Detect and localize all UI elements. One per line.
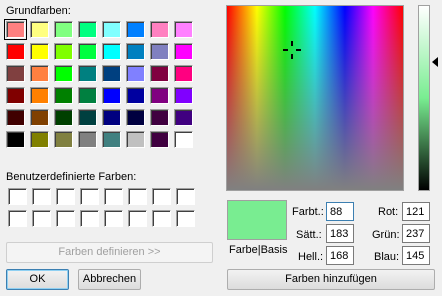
basic-color-swatch[interactable] bbox=[78, 65, 97, 82]
basic-color-swatch[interactable] bbox=[102, 131, 121, 148]
blue-label: Blau: bbox=[374, 251, 400, 263]
add-to-custom-colors-button[interactable]: Farben hinzufügen bbox=[227, 269, 435, 290]
luminosity-field[interactable]: 168 bbox=[326, 246, 354, 265]
blue-field[interactable]: 145 bbox=[402, 246, 430, 265]
ok-button[interactable]: OK bbox=[6, 269, 69, 290]
basic-color-swatch[interactable] bbox=[54, 87, 73, 104]
custom-color-swatch[interactable] bbox=[32, 188, 51, 205]
custom-colors-grid bbox=[8, 188, 195, 227]
basic-color-swatch[interactable] bbox=[78, 109, 97, 126]
custom-color-swatch[interactable] bbox=[152, 188, 171, 205]
crosshair-icon bbox=[283, 41, 301, 59]
basic-color-swatch[interactable] bbox=[174, 109, 193, 126]
custom-color-swatch[interactable] bbox=[56, 188, 75, 205]
basic-color-swatch[interactable] bbox=[126, 87, 145, 104]
basic-color-swatch[interactable] bbox=[174, 87, 193, 104]
basic-color-swatch[interactable] bbox=[102, 109, 121, 126]
hue-label: Farbt.: bbox=[292, 206, 324, 218]
red-label: Rot: bbox=[378, 206, 399, 218]
basic-color-swatch[interactable] bbox=[126, 43, 145, 60]
custom-color-swatch[interactable] bbox=[176, 188, 195, 205]
basic-color-swatch[interactable] bbox=[126, 131, 145, 148]
basic-color-swatch[interactable] bbox=[102, 43, 121, 60]
basic-color-swatch[interactable] bbox=[174, 43, 193, 60]
basic-color-swatch[interactable] bbox=[30, 87, 49, 104]
color-preview bbox=[227, 200, 287, 240]
basic-color-swatch[interactable] bbox=[6, 87, 25, 104]
green-field[interactable]: 237 bbox=[402, 224, 430, 243]
custom-color-swatch[interactable] bbox=[104, 210, 123, 227]
basic-color-swatch[interactable] bbox=[54, 43, 73, 60]
basic-color-swatch[interactable] bbox=[30, 21, 49, 38]
basic-color-swatch[interactable] bbox=[78, 131, 97, 148]
basic-colors-grid bbox=[4, 19, 193, 148]
saturation-field[interactable]: 183 bbox=[326, 224, 354, 243]
custom-colors-label: Benutzerdefinierte Farben: bbox=[6, 171, 137, 183]
basic-color-swatch[interactable] bbox=[6, 43, 25, 60]
basic-color-swatch[interactable] bbox=[150, 131, 169, 148]
custom-color-swatch[interactable] bbox=[8, 210, 27, 227]
basic-color-swatch[interactable] bbox=[54, 131, 73, 148]
custom-color-swatch[interactable] bbox=[80, 210, 99, 227]
custom-color-swatch[interactable] bbox=[176, 210, 195, 227]
basic-color-swatch[interactable] bbox=[150, 109, 169, 126]
basic-color-swatch[interactable] bbox=[150, 87, 169, 104]
custom-color-swatch[interactable] bbox=[80, 188, 99, 205]
basic-color-swatch[interactable] bbox=[54, 21, 73, 38]
basic-color-swatch[interactable] bbox=[174, 21, 193, 38]
basic-color-swatch[interactable] bbox=[30, 43, 49, 60]
basic-color-swatch[interactable] bbox=[102, 21, 121, 38]
basic-colors-label: Grundfarben: bbox=[6, 5, 71, 17]
custom-color-swatch[interactable] bbox=[8, 188, 27, 205]
custom-color-swatch[interactable] bbox=[152, 210, 171, 227]
basic-color-swatch[interactable] bbox=[30, 131, 49, 148]
basic-color-swatch[interactable] bbox=[54, 65, 73, 82]
basic-color-swatch[interactable] bbox=[174, 65, 193, 82]
basic-color-swatch[interactable] bbox=[150, 43, 169, 60]
basic-color-swatch[interactable] bbox=[30, 65, 49, 82]
luminosity-slider[interactable] bbox=[418, 5, 430, 191]
basic-color-swatch[interactable] bbox=[102, 87, 121, 104]
basic-color-swatch[interactable] bbox=[150, 21, 169, 38]
basic-color-swatch[interactable] bbox=[150, 65, 169, 82]
basic-color-swatch[interactable] bbox=[78, 87, 97, 104]
basic-color-swatch[interactable] bbox=[6, 109, 25, 126]
color-preview-label: Farbe|Basis bbox=[229, 244, 288, 256]
basic-color-swatch[interactable] bbox=[30, 109, 49, 126]
basic-color-swatch[interactable] bbox=[78, 43, 97, 60]
custom-color-swatch[interactable] bbox=[56, 210, 75, 227]
define-custom-colors-button[interactable]: Farben definieren >> bbox=[6, 242, 213, 263]
basic-color-swatch[interactable] bbox=[126, 109, 145, 126]
basic-color-swatch[interactable] bbox=[126, 21, 145, 38]
basic-color-swatch[interactable] bbox=[174, 131, 193, 148]
hue-field[interactable]: 88 bbox=[326, 202, 354, 221]
green-label: Grün: bbox=[372, 229, 400, 241]
custom-color-swatch[interactable] bbox=[104, 188, 123, 205]
basic-color-swatch[interactable] bbox=[6, 65, 25, 82]
red-field[interactable]: 121 bbox=[402, 202, 430, 221]
custom-color-swatch[interactable] bbox=[128, 210, 147, 227]
basic-color-swatch[interactable] bbox=[126, 65, 145, 82]
custom-color-swatch[interactable] bbox=[32, 210, 51, 227]
cancel-button[interactable]: Abbrechen bbox=[78, 269, 141, 290]
basic-color-swatch[interactable] bbox=[6, 131, 25, 148]
basic-color-swatch[interactable] bbox=[54, 109, 73, 126]
custom-color-swatch[interactable] bbox=[128, 188, 147, 205]
luminosity-label: Hell.: bbox=[298, 251, 324, 263]
luminosity-arrow-icon[interactable] bbox=[432, 57, 438, 67]
color-spectrum[interactable] bbox=[226, 5, 404, 191]
saturation-label: Sätt.: bbox=[296, 229, 322, 241]
basic-color-swatch[interactable] bbox=[78, 21, 97, 38]
basic-color-swatch[interactable] bbox=[4, 19, 27, 40]
basic-color-swatch[interactable] bbox=[102, 65, 121, 82]
